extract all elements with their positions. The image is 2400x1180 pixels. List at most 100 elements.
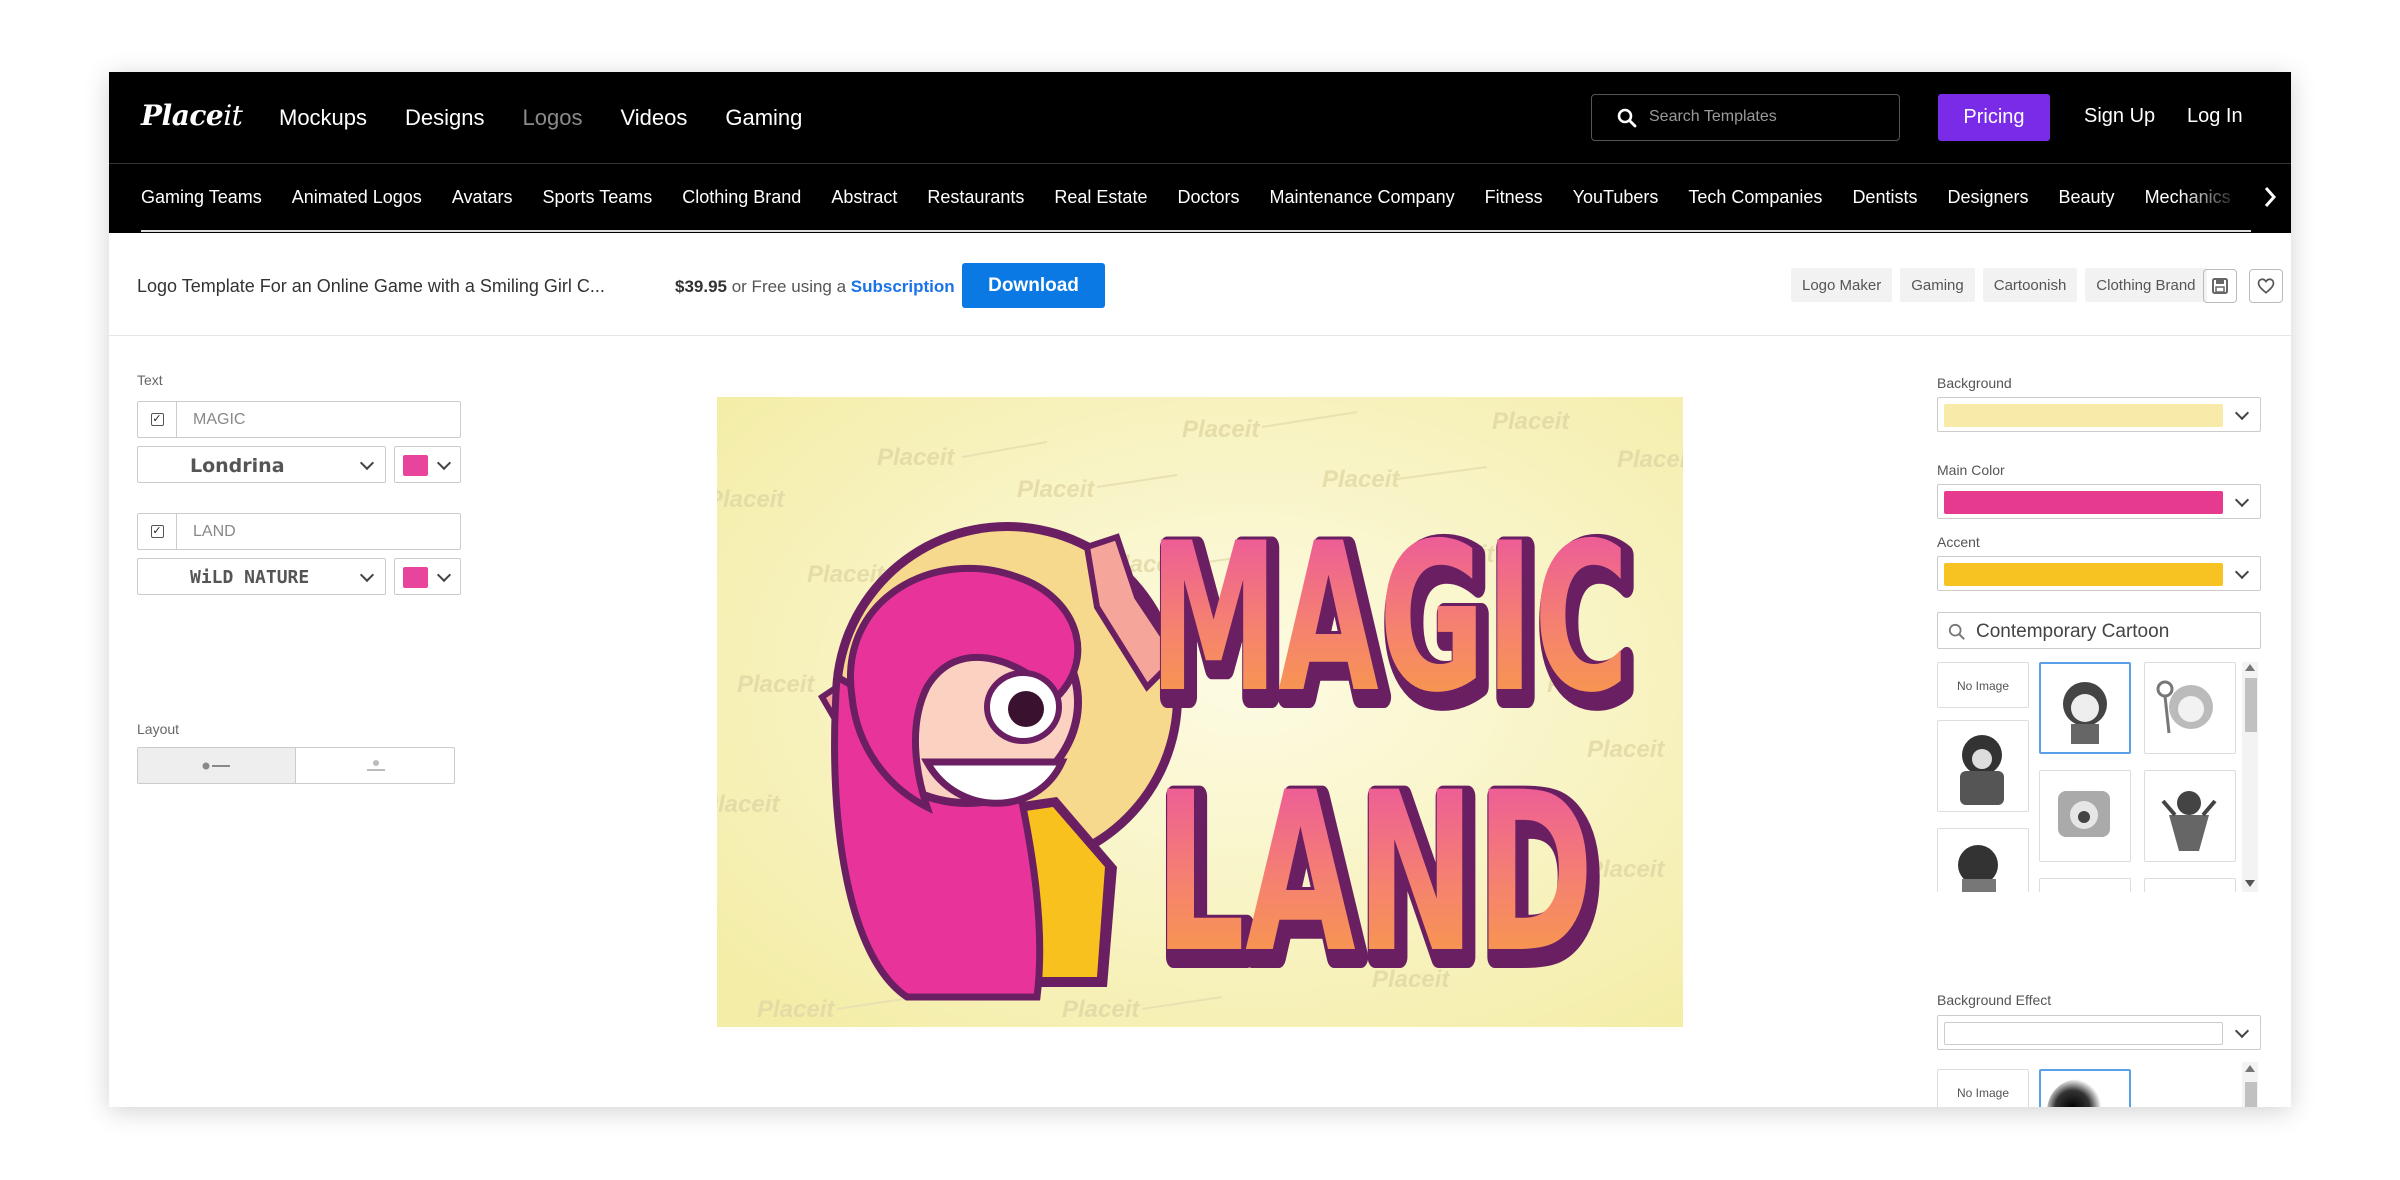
nav-videos[interactable]: Videos <box>620 105 687 131</box>
color1-select[interactable] <box>394 446 461 483</box>
chevron-down-icon <box>359 455 375 471</box>
effect-scrollbar[interactable] <box>2242 1062 2258 1107</box>
no-image-label: No Image <box>1956 679 2010 693</box>
search-icon <box>1948 623 1965 640</box>
watermark-text: Placeit <box>1492 408 1570 435</box>
main-color-select[interactable] <box>1937 484 2261 519</box>
watermark-text: Placeit <box>1017 476 1095 503</box>
no-image-thumb[interactable]: No Image <box>1937 662 2029 708</box>
fighter-avatar-icon <box>1958 845 1998 892</box>
chevron-down-icon <box>436 567 452 583</box>
accent-color-select[interactable] <box>1937 556 2261 591</box>
checkmark-icon: ✓ <box>150 413 164 426</box>
category-link[interactable]: Animated Logos <box>292 187 422 208</box>
background-color-select[interactable] <box>1937 397 2261 432</box>
logo-preview-canvas[interactable]: Placeit Placeit Placeit Placeit Placeit … <box>717 397 1683 1027</box>
main-color-label: Main Color <box>1937 462 2005 478</box>
layout-horizontal-option[interactable] <box>138 748 296 783</box>
logo-wordmark: MAGIC MAGIC LAND LAND <box>1144 497 1646 1020</box>
text2-value: LAND <box>193 523 236 540</box>
effect-no-image-thumb[interactable]: No Image <box>1937 1069 2029 1107</box>
background-effect-label: Background Effect <box>1937 992 2052 1008</box>
dancer-avatar-icon <box>2161 791 2217 851</box>
nav-mockups[interactable]: Mockups <box>279 105 367 131</box>
accent-label: Accent <box>1937 534 1980 550</box>
nav-logos[interactable]: Logos <box>523 105 583 131</box>
chevron-down-icon <box>436 455 452 471</box>
style-thumb-warrior[interactable] <box>1937 720 2029 812</box>
category-link[interactable]: Restaurants <box>927 187 1024 208</box>
watermark-text: Placeit <box>1182 416 1260 443</box>
style-thumb-dancer[interactable] <box>2144 770 2236 862</box>
style-thumb-girl[interactable] <box>2039 662 2131 754</box>
favorite-button[interactable] <box>2249 269 2283 303</box>
search-placeholder: Search Templates <box>1649 108 1777 125</box>
thumbnail-scroll-thumb[interactable] <box>2245 678 2257 732</box>
chevron-down-icon <box>2234 564 2250 580</box>
warrior-avatar-icon <box>1960 735 2004 805</box>
nav-designs[interactable]: Designs <box>405 105 484 131</box>
style-thumb-fighter[interactable] <box>1937 828 2029 892</box>
app-frame: Placeit Mockups Designs Logos Videos Gam… <box>109 72 2291 1107</box>
text1-field[interactable]: ✓ MAGIC <box>137 401 461 438</box>
color2-swatch <box>403 567 428 588</box>
nav-gaming[interactable]: Gaming <box>725 105 802 131</box>
tag-gaming[interactable]: Gaming <box>1900 268 1975 302</box>
style-thumb-robot[interactable] <box>2039 770 2131 862</box>
sign-up-link[interactable]: Sign Up <box>2084 105 2155 128</box>
pricing-button[interactable]: Pricing <box>1938 94 2050 141</box>
style-thumb-explorer[interactable] <box>2144 662 2236 754</box>
text2-checkbox[interactable]: ✓ <box>138 514 177 549</box>
save-icon <box>2212 278 2228 294</box>
tag-cartoonish[interactable]: Cartoonish <box>1982 268 2078 302</box>
effect-scroll-thumb[interactable] <box>2245 1082 2257 1107</box>
effect-vignette-thumb[interactable] <box>2039 1069 2131 1107</box>
background-effect-select[interactable] <box>1937 1015 2261 1050</box>
category-link[interactable]: Tech Companies <box>1688 187 1822 208</box>
style-thumb-partial[interactable] <box>2144 878 2236 892</box>
scroll-down-icon[interactable] <box>2245 880 2255 887</box>
category-link[interactable]: Avatars <box>452 187 513 208</box>
tag-logo-maker[interactable]: Logo Maker <box>1791 268 1893 302</box>
logo-word1: MAGIC <box>1149 500 1629 738</box>
style-thumb-partial[interactable] <box>2039 878 2131 892</box>
style-search-value: Contemporary Cartoon <box>1976 621 2170 642</box>
font2-select[interactable]: WiLD NATURE <box>137 558 386 595</box>
watermark-text: Placeit <box>717 791 780 818</box>
text1-checkbox[interactable]: ✓ <box>138 402 177 437</box>
category-link[interactable]: Dentists <box>1852 187 1917 208</box>
category-link[interactable]: Doctors <box>1177 187 1239 208</box>
scroll-up-icon[interactable] <box>2245 664 2255 671</box>
search-templates-input[interactable]: Search Templates <box>1591 94 1900 141</box>
log-in-link[interactable]: Log In <box>2187 105 2243 128</box>
category-link[interactable]: Gaming Teams <box>141 187 262 208</box>
category-link[interactable]: Maintenance Company <box>1269 187 1454 208</box>
color2-select[interactable] <box>394 558 461 595</box>
category-link[interactable]: Fitness <box>1485 187 1543 208</box>
category-link[interactable]: YouTubers <box>1573 187 1659 208</box>
placeit-logo[interactable]: Placeit <box>141 99 243 132</box>
category-link[interactable]: Real Estate <box>1054 187 1147 208</box>
logo-preview-art: Placeit Placeit Placeit Placeit Placeit … <box>717 397 1683 1027</box>
layout-stacked-option[interactable] <box>296 748 454 783</box>
scroll-up-icon[interactable] <box>2245 1065 2255 1072</box>
font1-select[interactable]: Londrina <box>137 446 386 483</box>
category-link[interactable]: Abstract <box>831 187 897 208</box>
category-link[interactable]: Designers <box>1947 187 2028 208</box>
category-link[interactable]: Clothing Brand <box>682 187 801 208</box>
category-link[interactable]: Sports Teams <box>543 187 653 208</box>
category-link[interactable]: Beauty <box>2059 187 2115 208</box>
save-button[interactable] <box>2203 269 2237 303</box>
background-label: Background <box>1937 375 2012 391</box>
style-search-input[interactable]: Contemporary Cartoon <box>1937 612 2261 649</box>
watermark-text: Placeit <box>1617 446 1683 473</box>
chevron-right-icon[interactable] <box>2263 185 2277 209</box>
thumbnail-scrollbar[interactable] <box>2242 662 2258 892</box>
search-icon <box>1617 108 1637 128</box>
price-or-free: or Free using a <box>727 277 851 296</box>
text2-field[interactable]: ✓ LAND <box>137 513 461 550</box>
subscription-link[interactable]: Subscription <box>851 277 955 296</box>
background-color-swatch <box>1944 404 2223 427</box>
download-button[interactable]: Download <box>962 263 1105 308</box>
tag-clothing-brand[interactable]: Clothing Brand <box>2085 268 2207 302</box>
